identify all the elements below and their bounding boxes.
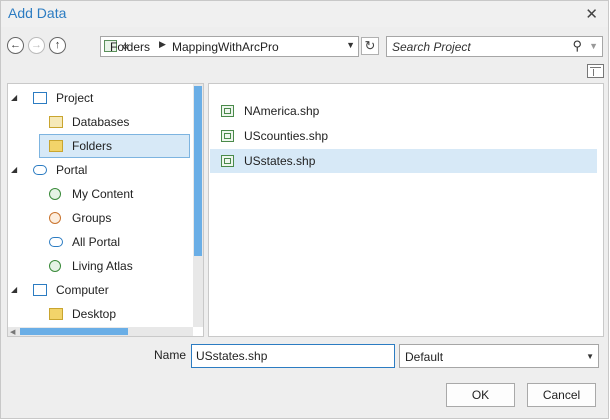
file-row[interactable]: UScounties.shp bbox=[210, 124, 597, 148]
shapefile-icon bbox=[221, 155, 234, 167]
tree-item-label: My Content bbox=[72, 187, 134, 201]
file-list: NAmerica.shp UScounties.shp USstates.shp bbox=[208, 83, 604, 337]
tree-item-label: Desktop bbox=[72, 307, 117, 321]
tree-item-label: All Portal bbox=[72, 235, 121, 249]
file-name: UScounties.shp bbox=[244, 129, 329, 143]
expand-icon[interactable]: ◢ bbox=[11, 159, 17, 181]
file-row[interactable]: NAmerica.shp bbox=[210, 99, 597, 123]
my-content-icon bbox=[49, 188, 61, 200]
name-field[interactable] bbox=[191, 344, 395, 368]
name-label: Name bbox=[154, 348, 187, 362]
tree-item-label: Computer bbox=[56, 283, 109, 297]
shapefile-icon bbox=[221, 105, 234, 117]
add-data-dialog: Add Data ✕ ← → ↑ « Folders ▶ MappingWith… bbox=[0, 0, 609, 419]
refresh-icon[interactable]: ↻ bbox=[361, 37, 379, 55]
dialog-title: Add Data bbox=[8, 5, 67, 21]
project-icon bbox=[33, 92, 47, 104]
tree-item-all-portal[interactable]: All Portal bbox=[8, 231, 191, 253]
cancel-button[interactable]: Cancel bbox=[527, 383, 596, 407]
forward-icon[interactable]: → bbox=[28, 37, 45, 54]
horizontal-scroll-thumb[interactable] bbox=[20, 328, 128, 335]
up-icon[interactable]: ↑ bbox=[49, 37, 66, 54]
vertical-scrollbar[interactable] bbox=[193, 84, 203, 327]
groups-icon bbox=[49, 212, 61, 224]
tree-item-folders[interactable]: Folders bbox=[39, 134, 190, 158]
chevron-down-icon[interactable]: ▼ bbox=[586, 352, 594, 361]
file-name: USstates.shp bbox=[244, 154, 316, 168]
tree-item-project[interactable]: ◢ Project bbox=[8, 87, 191, 109]
cloud-icon bbox=[49, 237, 63, 247]
breadcrumb-segment-folders[interactable]: Folders bbox=[110, 40, 150, 54]
cloud-icon bbox=[33, 165, 47, 175]
tree-item-groups[interactable]: Groups bbox=[8, 207, 191, 229]
tree-item-portal[interactable]: ◢ Portal bbox=[8, 159, 191, 181]
search-input[interactable]: Search Project ⚲ ▼ bbox=[386, 36, 603, 57]
search-options-icon[interactable]: ▼ bbox=[589, 41, 598, 51]
tree-item-label: Project bbox=[56, 91, 94, 105]
living-atlas-icon bbox=[49, 260, 61, 272]
tree-item-living-atlas[interactable]: Living Atlas bbox=[8, 255, 191, 277]
shapefile-icon bbox=[221, 130, 234, 142]
file-name: NAmerica.shp bbox=[244, 104, 320, 118]
tree-item-label: Databases bbox=[72, 115, 130, 129]
search-placeholder: Search Project bbox=[392, 40, 471, 54]
computer-icon bbox=[33, 284, 47, 296]
tree-item-databases[interactable]: Databases bbox=[8, 111, 191, 133]
ok-button[interactable]: OK bbox=[446, 383, 515, 407]
tree-item-label: Living Atlas bbox=[72, 259, 133, 273]
breadcrumb-segment-current[interactable]: MappingWithArcPro bbox=[172, 40, 279, 54]
chevron-down-icon[interactable]: ▼ bbox=[346, 40, 355, 50]
close-icon[interactable]: ✕ bbox=[585, 5, 598, 23]
file-row-selected[interactable]: USstates.shp bbox=[210, 149, 597, 173]
tree-item-label: Groups bbox=[72, 211, 112, 225]
folder-icon bbox=[49, 308, 63, 320]
vertical-scroll-thumb[interactable] bbox=[194, 86, 202, 256]
scroll-left-icon[interactable]: ◀ bbox=[10, 328, 15, 336]
expand-icon[interactable]: ◢ bbox=[11, 87, 17, 109]
tree-item-label: Portal bbox=[56, 163, 88, 177]
filter-select[interactable]: Default ▼ bbox=[399, 344, 599, 368]
view-options-icon[interactable] bbox=[587, 64, 604, 78]
browse-tree: ◢ Project Databases Folders ◢ Portal My … bbox=[7, 83, 204, 337]
folder-icon bbox=[49, 140, 63, 152]
back-icon[interactable]: ← bbox=[7, 37, 24, 54]
search-icon[interactable]: ⚲ bbox=[572, 38, 582, 54]
path-breadcrumb[interactable]: « Folders ▶ MappingWithArcPro ▼ bbox=[100, 36, 359, 57]
title-bar: Add Data ✕ bbox=[1, 1, 608, 27]
tree-item-label: Folders bbox=[72, 139, 113, 153]
expand-icon[interactable]: ◢ bbox=[11, 279, 17, 301]
breadcrumb-separator-icon: ▶ bbox=[159, 39, 166, 49]
horizontal-scrollbar[interactable]: ◀ bbox=[8, 327, 193, 336]
filter-value: Default bbox=[405, 350, 444, 364]
tree-item-computer[interactable]: ◢ Computer bbox=[8, 279, 191, 301]
tree-item-desktop[interactable]: Desktop bbox=[8, 303, 191, 325]
tree-item-my-content[interactable]: My Content bbox=[8, 183, 191, 205]
database-folder-icon bbox=[49, 116, 63, 128]
